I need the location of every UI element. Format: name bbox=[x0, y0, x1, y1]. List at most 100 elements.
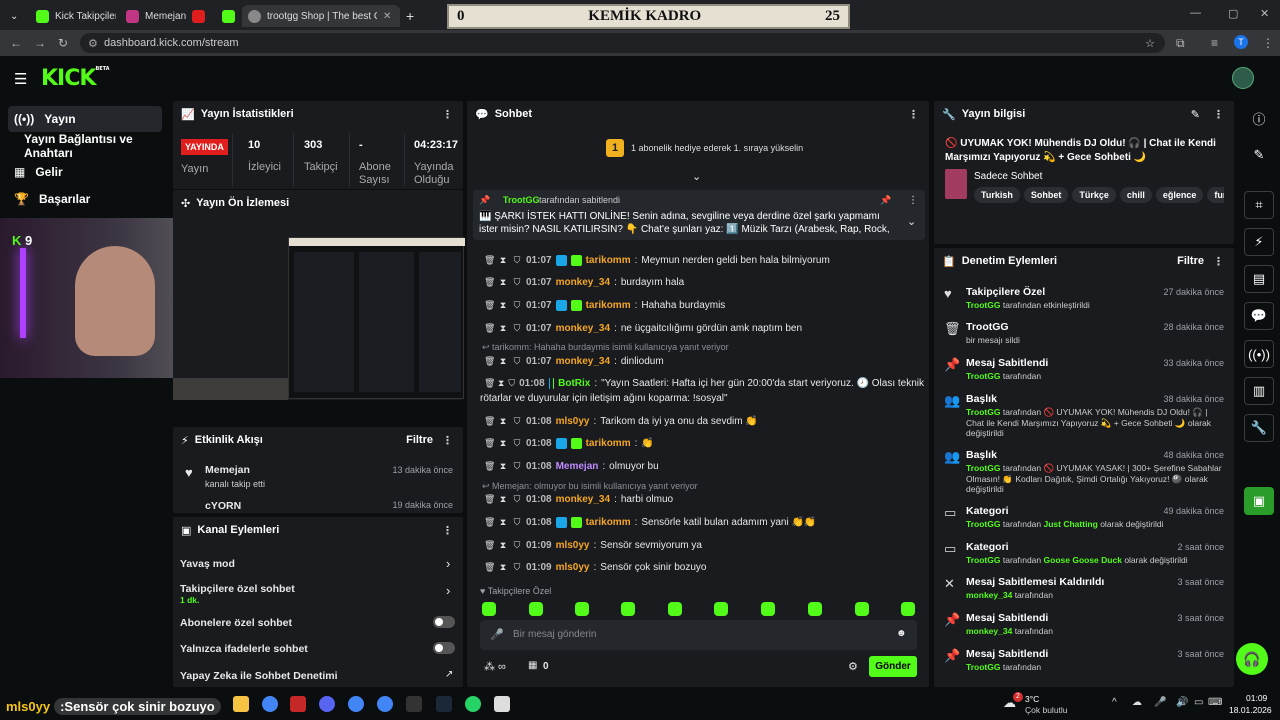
message-user[interactable]: tarikomm bbox=[586, 300, 631, 311]
message-user[interactable]: mls0yy bbox=[556, 540, 590, 551]
stream-tag[interactable]: Sohbet bbox=[1023, 187, 1069, 203]
chrome-icon[interactable] bbox=[348, 696, 364, 712]
obs-icon[interactable] bbox=[406, 696, 422, 712]
reload-icon[interactable]: ↻ bbox=[58, 36, 68, 50]
emote-icon[interactable] bbox=[761, 602, 775, 616]
new-tab-button[interactable]: + bbox=[400, 5, 420, 27]
forward-arrow-icon[interactable]: → bbox=[34, 36, 46, 50]
chat-message[interactable]: 🗑 ⧗ ⛉ 01:08 Memejan: olmuyor bu bbox=[484, 461, 924, 472]
emote-icon[interactable] bbox=[621, 602, 635, 616]
ban-icon[interactable]: ⛉ bbox=[512, 323, 522, 334]
delete-icon[interactable]: 🗑 bbox=[484, 438, 495, 449]
mod-category[interactable]: Just Chatting bbox=[1044, 519, 1098, 529]
stream-tag[interactable]: chill bbox=[1119, 187, 1152, 203]
kick-logo[interactable]: KICKBETA bbox=[41, 66, 110, 91]
emote-icon[interactable] bbox=[668, 602, 682, 616]
emote-icon[interactable] bbox=[855, 602, 869, 616]
ban-icon[interactable]: ⛉ bbox=[512, 494, 522, 505]
browser-tab[interactable] bbox=[216, 5, 236, 27]
followers-only-label[interactable]: Takipçilere özel sohbet bbox=[180, 583, 295, 595]
more-options-icon[interactable]: ⋮ bbox=[442, 434, 453, 447]
microphone-icon[interactable]: 🎤 bbox=[1154, 697, 1166, 708]
chat-message[interactable]: 🗑 ⧗ ⛉ 01:07 monkey_34: dinliodum bbox=[484, 356, 924, 367]
file-explorer-icon[interactable] bbox=[233, 696, 249, 712]
profile-avatar[interactable]: T bbox=[1234, 35, 1248, 49]
mod-actor[interactable]: TrootGG bbox=[966, 407, 1000, 417]
tab-list-button[interactable]: ⌄ bbox=[4, 5, 22, 27]
chrome-icon[interactable] bbox=[377, 696, 393, 712]
chevron-right-icon[interactable]: › bbox=[446, 556, 450, 571]
unpin-icon[interactable]: 📌 bbox=[880, 195, 891, 206]
mod-actor[interactable]: monkey_34 bbox=[966, 626, 1012, 636]
chevron-right-icon[interactable]: › bbox=[446, 583, 450, 598]
extensions-icon[interactable]: ⧉ bbox=[1176, 36, 1185, 51]
pinned-message[interactable]: 📌 TrootGG tarafından sabitlendi 📌 ⋮ 🎹 ŞA… bbox=[473, 190, 925, 240]
layout-icon[interactable]: ▥ bbox=[1244, 377, 1274, 405]
chat-message[interactable]: 🗑 ⧗ ⛉ 01:07 tarikomm: Meymun nerden geldi ben… bbox=[484, 255, 924, 266]
ban-icon[interactable]: ⛉ bbox=[512, 255, 522, 266]
delete-icon[interactable]: 🗑 bbox=[484, 323, 495, 334]
ban-icon[interactable]: ⛉ bbox=[512, 277, 522, 288]
delete-icon[interactable]: 🗑 bbox=[484, 255, 495, 266]
delete-icon[interactable]: 🗑 bbox=[484, 517, 495, 528]
delete-icon[interactable]: 🗑 bbox=[484, 378, 495, 389]
ban-icon[interactable]: ⛉ bbox=[512, 540, 522, 551]
more-options-icon[interactable]: ⋮ bbox=[908, 195, 918, 206]
speaker-icon[interactable]: 🔊 bbox=[1176, 697, 1188, 708]
minimize-icon[interactable]: — bbox=[1190, 7, 1201, 19]
stream-tag[interactable]: eğlence bbox=[1155, 187, 1204, 203]
message-user[interactable]: tarikomm bbox=[586, 255, 631, 266]
support-headset-icon[interactable]: 🎧 bbox=[1236, 643, 1268, 675]
timeout-icon[interactable]: ⧗ bbox=[498, 356, 508, 367]
external-link-icon[interactable]: ↗ bbox=[445, 669, 453, 680]
ban-icon[interactable]: ⛉ bbox=[512, 517, 522, 528]
chat-message[interactable]: 🗑 ⧗ ⛉ 01:08 mls0yy: Tarikom da iyi ya onu da … bbox=[484, 416, 924, 427]
mod-category[interactable]: Goose Goose Duck bbox=[1044, 555, 1122, 565]
browser-menu-icon[interactable]: ⋮ bbox=[1262, 36, 1274, 50]
edit-pencil-icon[interactable]: ✎ bbox=[1244, 141, 1274, 169]
more-options-icon[interactable]: ⋮ bbox=[1213, 255, 1224, 268]
delete-icon[interactable]: 🗑 bbox=[484, 494, 495, 505]
chevron-down-icon[interactable]: ⌄ bbox=[907, 215, 916, 228]
timeout-icon[interactable]: ⧗ bbox=[498, 517, 508, 528]
filter-button[interactable]: Filtre bbox=[406, 434, 433, 446]
app-l-icon[interactable] bbox=[290, 696, 306, 712]
chrome-icon[interactable] bbox=[262, 696, 278, 712]
ban-icon[interactable]: ⛉ bbox=[512, 562, 522, 573]
ban-icon[interactable]: ⛉ bbox=[512, 356, 522, 367]
delete-icon[interactable]: 🗑 bbox=[484, 416, 495, 427]
chat-icon[interactable]: 💬 bbox=[1244, 302, 1274, 330]
mod-actor[interactable]: TrootGG bbox=[966, 371, 1000, 381]
edit-pencil-icon[interactable]: ✎ bbox=[1191, 108, 1200, 121]
ban-icon[interactable]: ⛉ bbox=[508, 378, 515, 389]
emoji-icon[interactable]: ☻ bbox=[896, 628, 907, 639]
mod-actor[interactable]: TrootGG bbox=[966, 662, 1000, 672]
mod-actor[interactable]: TrootGG bbox=[966, 555, 1000, 565]
timeout-icon[interactable]: ⧗ bbox=[498, 255, 508, 266]
store-icon[interactable]: ▦ bbox=[528, 660, 537, 671]
slow-mode-label[interactable]: Yavaş mod bbox=[180, 558, 235, 570]
whatsapp-icon[interactable] bbox=[465, 696, 481, 712]
clock-date[interactable]: 18.01.2026 bbox=[1229, 705, 1272, 715]
mod-actor[interactable]: TrootGG bbox=[966, 463, 1000, 473]
hamburger-menu-icon[interactable]: ☰ bbox=[14, 70, 27, 88]
close-icon[interactable]: ✕ bbox=[383, 11, 391, 22]
timeout-icon[interactable]: ⧗ bbox=[498, 323, 508, 334]
sidebar-item-achievements[interactable]: 🏆 Başarılar bbox=[8, 186, 162, 212]
delete-icon[interactable]: 🗑 bbox=[484, 461, 495, 472]
ai-moderation-label[interactable]: Yapay Zeka ile Sohbet Denetimi bbox=[180, 670, 338, 682]
display-icon[interactable]: ▭ bbox=[1194, 697, 1203, 708]
stream-tag[interactable]: Turkish bbox=[974, 187, 1020, 203]
chat-message[interactable]: 🗑 ⧗ ⛉ 01:08 BotRix: "Yayın Saatleri: Hafta iç… bbox=[484, 378, 924, 389]
sidebar-item-stream[interactable]: ((•)) Yayın bbox=[8, 106, 162, 132]
timeout-icon[interactable]: ⧗ bbox=[498, 461, 508, 472]
collapse-arrow-icon[interactable]: ⌄ bbox=[692, 170, 701, 183]
stream-tag[interactable]: funny bbox=[1207, 187, 1224, 203]
document-icon[interactable]: ▤ bbox=[1244, 265, 1274, 293]
delete-icon[interactable]: 🗑 bbox=[484, 277, 495, 288]
mod-actor[interactable]: TrootGG bbox=[966, 519, 1000, 529]
maximize-icon[interactable]: ▢ bbox=[1228, 7, 1238, 20]
emotes-only-toggle[interactable] bbox=[433, 642, 455, 654]
browser-tab-active[interactable]: trootgg Shop | The best ChatBot ✕ bbox=[242, 5, 400, 27]
delete-icon[interactable]: 🗑 bbox=[484, 356, 495, 367]
